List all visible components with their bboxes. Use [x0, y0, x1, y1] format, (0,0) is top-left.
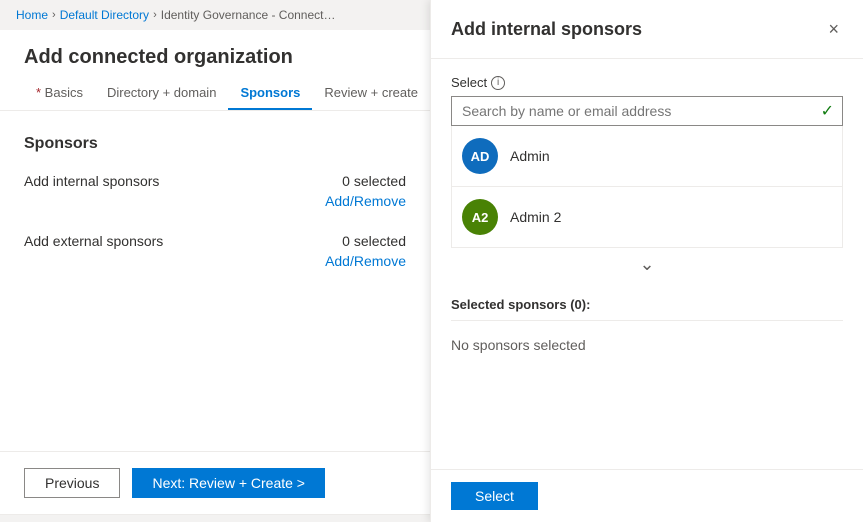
info-icon[interactable]: i — [491, 76, 505, 90]
list-item[interactable]: AD Admin — [452, 126, 842, 187]
selected-sponsors-title: Selected sponsors (0): — [451, 297, 843, 321]
external-sponsors-count: 0 selected — [325, 233, 406, 249]
tabs-bar: Basics Directory + domain Sponsors Revie… — [0, 77, 430, 111]
chevron-icon-2: › — [153, 9, 157, 21]
panel-footer: Select — [431, 469, 863, 522]
panel-header: Add internal sponsors × — [431, 0, 863, 59]
panel-body: Select i ✓ AD Admin A2 Admin 2 ⌄ Selecte… — [431, 59, 863, 469]
next-button[interactable]: Next: Review + Create > — [132, 468, 325, 498]
breadcrumb-home[interactable]: Home — [16, 8, 48, 22]
section-title-sponsors: Sponsors — [24, 135, 406, 153]
no-sponsors-text: No sponsors selected — [451, 329, 843, 361]
more-results-indicator: ⌄ — [451, 248, 843, 281]
page-footer: Previous Next: Review + Create > — [0, 451, 430, 514]
close-button[interactable]: × — [824, 16, 843, 42]
external-sponsors-right: 0 selected Add/Remove — [325, 233, 406, 269]
select-label: Select i — [451, 75, 843, 90]
panel-title: Add internal sponsors — [451, 19, 642, 40]
page-content: Sponsors Add internal sponsors 0 selecte… — [0, 111, 430, 451]
internal-sponsors-label: Add internal sponsors — [24, 173, 159, 189]
external-sponsors-row: Add external sponsors 0 selected Add/Rem… — [24, 233, 406, 269]
page-title: Add connected organization — [0, 30, 430, 77]
chevron-icon-1: › — [52, 9, 56, 21]
external-sponsors-add-remove[interactable]: Add/Remove — [325, 253, 406, 269]
tab-basics[interactable]: Basics — [24, 77, 95, 110]
internal-sponsors-count: 0 selected — [325, 173, 406, 189]
selected-sponsors-section: Selected sponsors (0): No sponsors selec… — [451, 297, 843, 361]
user-list-wrapper: AD Admin A2 Admin 2 ⌄ — [451, 126, 843, 281]
horizontal-scrollbar[interactable] — [0, 514, 430, 522]
avatar: AD — [462, 138, 498, 174]
breadcrumb: Home › Default Directory › Identity Gove… — [0, 0, 430, 30]
add-internal-sponsors-panel: Add internal sponsors × Select i ✓ AD Ad… — [430, 0, 863, 522]
main-page: Home › Default Directory › Identity Gove… — [0, 0, 430, 522]
internal-sponsors-row: Add internal sponsors 0 selected Add/Rem… — [24, 173, 406, 209]
select-button[interactable]: Select — [451, 482, 538, 510]
internal-sponsors-right: 0 selected Add/Remove — [325, 173, 406, 209]
search-box: ✓ — [451, 96, 843, 126]
avatar: A2 — [462, 199, 498, 235]
tab-directory-domain[interactable]: Directory + domain — [95, 77, 228, 110]
search-input[interactable] — [452, 97, 813, 125]
tab-review-create[interactable]: Review + create — [312, 77, 430, 110]
breadcrumb-current: Identity Governance - Connected organ... — [161, 8, 341, 22]
search-check-icon: ✓ — [813, 101, 842, 121]
user-name-admin: Admin — [510, 148, 550, 164]
user-name-admin2: Admin 2 — [510, 209, 561, 225]
breadcrumb-directory[interactable]: Default Directory — [60, 8, 149, 22]
external-sponsors-label: Add external sponsors — [24, 233, 163, 249]
previous-button[interactable]: Previous — [24, 468, 120, 498]
list-item[interactable]: A2 Admin 2 — [452, 187, 842, 247]
user-list: AD Admin A2 Admin 2 — [451, 126, 843, 248]
internal-sponsors-add-remove[interactable]: Add/Remove — [325, 193, 406, 209]
tab-sponsors[interactable]: Sponsors — [228, 77, 312, 110]
